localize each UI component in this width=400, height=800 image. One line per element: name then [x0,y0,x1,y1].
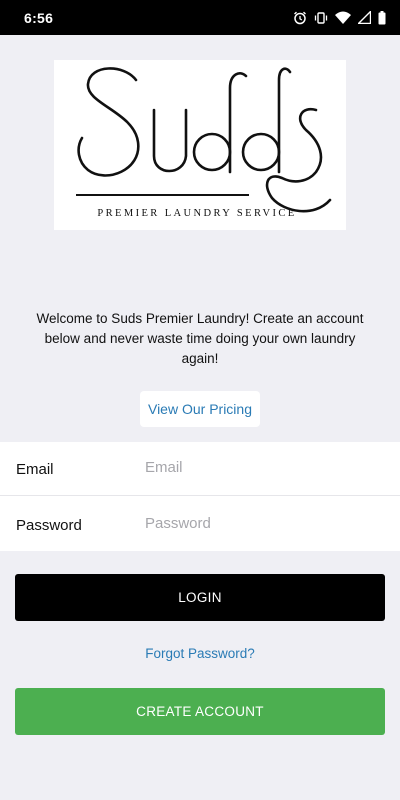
view-pricing-button[interactable]: View Our Pricing [140,391,260,427]
password-row: Password [0,497,400,551]
email-label: Email [16,461,54,478]
vibrate-icon [314,11,328,25]
logo: PREMIER LAUNDRY SERVICE [54,60,346,230]
login-button[interactable]: LOGIN [15,574,385,621]
welcome-message: Welcome to Suds Premier Laundry! Create … [36,311,364,366]
logo-tagline: PREMIER LAUNDRY SERVICE [97,208,297,219]
wifi-icon [335,11,351,24]
forgot-password-link[interactable]: Forgot Password? [0,646,400,661]
email-row: Email [0,442,400,496]
email-field[interactable] [145,452,385,482]
status-time: 6:56 [24,9,54,26]
login-form: Email Password [0,442,400,551]
status-icons [293,10,386,25]
create-account-button[interactable]: CREATE ACCOUNT [15,688,385,735]
password-label: Password [16,517,82,534]
status-bar: 6:56 [0,0,400,35]
suds-logo-wordmark [76,67,332,213]
cellular-signal-icon [358,11,371,24]
battery-icon [378,10,386,25]
password-field[interactable] [145,508,385,538]
alarm-icon [293,11,307,25]
